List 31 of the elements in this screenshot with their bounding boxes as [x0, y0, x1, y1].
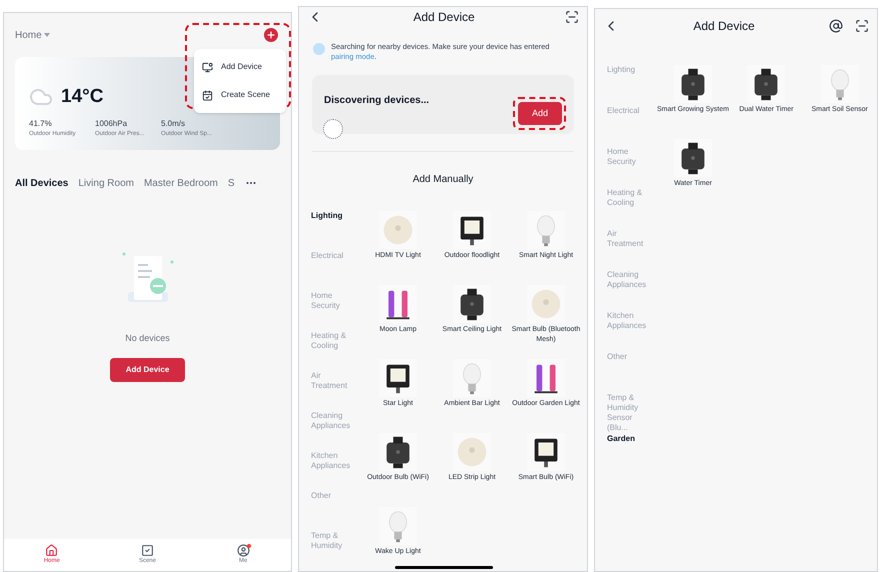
category-item[interactable]: Lighting — [311, 211, 357, 221]
menu-item[interactable]: Add Device — [194, 53, 286, 81]
category-item[interactable]: Garden — [607, 434, 653, 444]
add-device-button[interactable]: Add Device — [110, 358, 185, 382]
empty-message: No devices — [125, 332, 170, 345]
weather-value: 1006hPa — [95, 118, 128, 130]
home-selector[interactable]: Home — [15, 28, 50, 42]
add-button[interactable]: Add — [518, 102, 562, 126]
room-tab[interactable]: S — [228, 176, 235, 190]
room-tab[interactable]: Master Bedroom — [144, 176, 218, 190]
add-icon[interactable] — [264, 28, 278, 42]
screen-title: Add Device — [413, 8, 475, 26]
bubble-icon — [313, 43, 325, 56]
calendar-check-icon — [202, 90, 213, 100]
weather-value: 5.0m/s — [161, 118, 186, 130]
scan-icon[interactable] — [855, 19, 869, 33]
room-tab[interactable]: All Devices — [15, 176, 68, 190]
screen-title: Add Device — [693, 18, 755, 35]
device-search-icon — [323, 119, 343, 140]
weather-value: 41.7% — [29, 118, 53, 130]
scan-icon[interactable] — [565, 10, 579, 24]
temperature: 14°C — [61, 85, 104, 109]
at-icon[interactable] — [829, 19, 843, 33]
room-tab[interactable]: Living Room — [78, 176, 134, 190]
discovering-text: Discovering devices... — [324, 95, 430, 106]
menu-item[interactable]: Create Scene — [194, 81, 286, 109]
me-icon — [236, 544, 250, 557]
monitor-icon — [202, 62, 213, 72]
section-title: Add Manually — [412, 173, 474, 187]
scene-icon — [140, 544, 154, 557]
home-icon — [45, 544, 58, 557]
